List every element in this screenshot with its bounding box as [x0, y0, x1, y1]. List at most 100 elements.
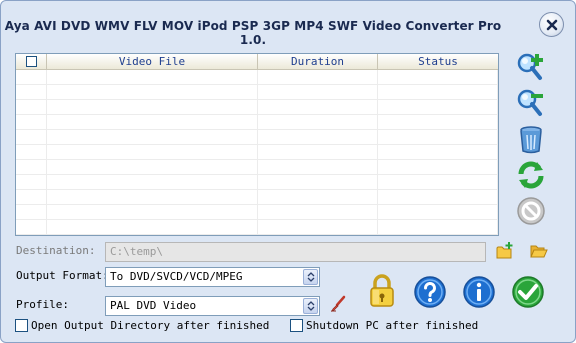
close-button[interactable] [539, 12, 564, 37]
empty-cell [378, 70, 498, 84]
empty-row [16, 130, 498, 145]
help-button[interactable] [413, 275, 447, 309]
empty-cell [16, 160, 47, 174]
close-icon [546, 19, 558, 31]
output-format-label: Output Format: [16, 269, 109, 282]
empty-cell [47, 85, 258, 99]
profile-dropdown-button[interactable] [303, 298, 318, 314]
empty-cell [47, 205, 258, 219]
refresh-icon [518, 161, 544, 189]
lock-button[interactable] [365, 274, 399, 308]
empty-cell [16, 145, 47, 159]
empty-cell [258, 160, 378, 174]
edit-brush-icon [331, 295, 346, 312]
shutdown-pc-option[interactable]: Shutdown PC after finished [290, 319, 478, 332]
empty-cell [16, 130, 47, 144]
empty-cell [258, 190, 378, 204]
empty-cell [378, 205, 498, 219]
empty-row [16, 70, 498, 85]
empty-cell [378, 175, 498, 189]
title-bar: Aya AVI DVD WMV FLV MOV iPod PSP 3GP MP4… [1, 1, 575, 47]
empty-cell [47, 175, 258, 189]
output-format-dropdown-button[interactable] [303, 269, 318, 285]
empty-cell [16, 70, 47, 84]
clear-list-button[interactable] [515, 123, 547, 155]
new-folder-button[interactable] [496, 242, 514, 260]
destination-label: Destination: [16, 244, 96, 257]
empty-cell [378, 130, 498, 144]
empty-cell [47, 160, 258, 174]
empty-cell [47, 100, 258, 114]
empty-cell [47, 220, 258, 234]
empty-cell [258, 220, 378, 234]
empty-cell [378, 220, 498, 234]
empty-cell [47, 190, 258, 204]
shutdown-pc-label: Shutdown PC after finished [306, 319, 479, 332]
empty-cell [16, 100, 47, 114]
empty-cell [16, 115, 47, 129]
remove-file-button[interactable] [515, 87, 547, 119]
empty-cell [378, 235, 498, 236]
empty-cell [16, 220, 47, 234]
empty-cell [16, 190, 47, 204]
stop-button[interactable] [515, 195, 547, 227]
empty-cell [258, 85, 378, 99]
refresh-button[interactable] [515, 159, 547, 191]
empty-row [16, 160, 498, 175]
column-video-file[interactable]: Video File [47, 54, 258, 69]
empty-cell [378, 160, 498, 174]
column-status[interactable]: Status [378, 54, 498, 69]
empty-cell [258, 100, 378, 114]
empty-cell [378, 115, 498, 129]
empty-cell [16, 85, 47, 99]
empty-cell [47, 145, 258, 159]
help-icon [414, 276, 446, 308]
empty-cell [378, 190, 498, 204]
empty-cell [47, 115, 258, 129]
column-duration[interactable]: Duration [258, 54, 378, 69]
empty-row [16, 115, 498, 130]
open-output-dir-label: Open Output Directory after finished [31, 319, 270, 332]
empty-row [16, 235, 498, 236]
converter-window: Aya AVI DVD WMV FLV MOV iPod PSP 3GP MP4… [0, 0, 576, 343]
empty-cell [378, 145, 498, 159]
open-folder-button[interactable] [530, 242, 548, 260]
empty-row [16, 100, 498, 115]
profile-select[interactable]: PAL DVD Video [105, 296, 320, 316]
stop-icon [517, 197, 545, 225]
empty-row [16, 175, 498, 190]
select-all-column [16, 54, 47, 69]
empty-cell [47, 130, 258, 144]
chevron-updown-icon [307, 301, 315, 311]
empty-cell [47, 70, 258, 84]
profile-value: PAL DVD Video [110, 299, 197, 312]
convert-check-icon [512, 276, 544, 308]
remove-file-icon [517, 89, 543, 116]
new-folder-icon [496, 242, 513, 259]
empty-cell [258, 130, 378, 144]
file-list-body [16, 70, 498, 236]
shutdown-pc-checkbox[interactable] [290, 319, 303, 332]
empty-cell [378, 100, 498, 114]
select-all-checkbox[interactable] [26, 56, 37, 67]
info-button[interactable] [462, 275, 496, 309]
profile-label: Profile: [16, 298, 69, 311]
edit-profile-button[interactable] [329, 295, 347, 313]
open-folder-icon [530, 245, 548, 258]
open-output-dir-checkbox[interactable] [15, 319, 28, 332]
open-output-dir-option[interactable]: Open Output Directory after finished [15, 319, 269, 332]
start-convert-button[interactable] [511, 275, 545, 309]
empty-row [16, 205, 498, 220]
empty-cell [47, 235, 258, 236]
destination-field: C:\temp\ [105, 242, 486, 262]
empty-cell [258, 70, 378, 84]
lock-icon [370, 274, 394, 307]
output-format-select[interactable]: To DVD/SVCD/VCD/MPEG [105, 267, 320, 287]
empty-row [16, 220, 498, 235]
video-file-list[interactable]: Video File Duration Status [15, 53, 499, 236]
output-format-value: To DVD/SVCD/VCD/MPEG [110, 270, 243, 283]
add-file-button[interactable] [515, 51, 547, 83]
empty-row [16, 85, 498, 100]
window-title: Aya AVI DVD WMV FLV MOV iPod PSP 3GP MP4… [4, 19, 502, 47]
empty-cell [258, 205, 378, 219]
